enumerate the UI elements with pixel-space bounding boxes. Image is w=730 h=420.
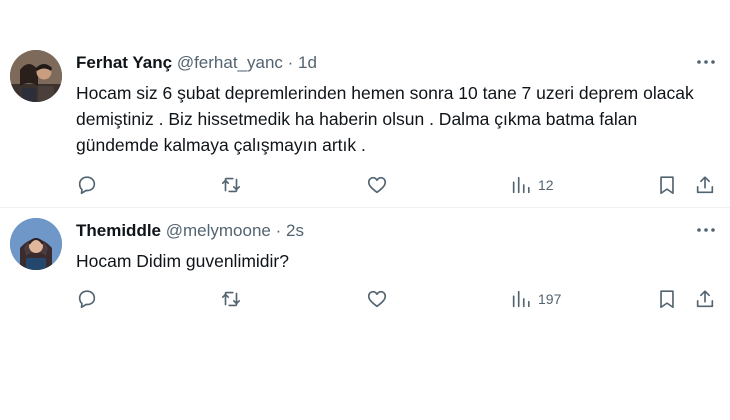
share-button[interactable] bbox=[694, 286, 716, 312]
bookmark-button[interactable] bbox=[656, 172, 678, 198]
tweet-header: Ferhat Yanç @ferhat_yanc · 1d bbox=[76, 52, 317, 74]
avatar[interactable] bbox=[10, 218, 62, 270]
display-name[interactable]: Ferhat Yanç bbox=[76, 53, 172, 72]
bookmark-icon bbox=[660, 176, 674, 195]
more-dots-icon[interactable] bbox=[694, 220, 718, 240]
bookmark-icon bbox=[660, 290, 674, 309]
views-count: 12 bbox=[538, 177, 554, 193]
profile-photo-couple-icon bbox=[10, 50, 62, 102]
heart-icon bbox=[367, 176, 387, 194]
user-handle[interactable]: @ferhat_yanc bbox=[177, 53, 283, 72]
reply-button[interactable] bbox=[76, 286, 98, 312]
views-chart-icon bbox=[512, 290, 530, 308]
action-bar: 12 bbox=[76, 172, 718, 198]
display-name[interactable]: Themiddle bbox=[76, 221, 161, 240]
reply-button[interactable] bbox=[76, 172, 98, 198]
views-count: 197 bbox=[538, 291, 562, 307]
tweet-header: Themiddle @melymoone · 2s bbox=[76, 220, 304, 242]
heart-icon bbox=[367, 290, 387, 308]
tweet[interactable]: Themiddle @melymoone · 2s Hocam Didim gu… bbox=[0, 208, 730, 326]
tweet-text: Hocam siz 6 şubat depremlerinden hemen s… bbox=[76, 83, 694, 155]
bookmark-button[interactable] bbox=[656, 286, 678, 312]
views-button[interactable]: 12 bbox=[510, 172, 554, 198]
share-button[interactable] bbox=[694, 172, 716, 198]
separator: · bbox=[287, 53, 294, 72]
like-button[interactable] bbox=[366, 172, 388, 198]
more-dots-icon-svg bbox=[697, 60, 715, 64]
tweet-text: Hocam Didim guvenlimidir? bbox=[76, 251, 289, 271]
retweet-button[interactable] bbox=[220, 286, 242, 312]
tweet-feed: Ferhat Yanç @ferhat_yanc · 1d Hocam siz … bbox=[0, 0, 730, 420]
like-button[interactable] bbox=[366, 286, 388, 312]
share-icon bbox=[696, 176, 714, 194]
profile-photo-woman-headscarf-icon bbox=[10, 218, 62, 270]
tweet[interactable]: Ferhat Yanç @ferhat_yanc · 1d Hocam siz … bbox=[0, 40, 730, 208]
more-dots-icon[interactable] bbox=[694, 52, 718, 72]
separator: · bbox=[275, 221, 282, 240]
user-handle[interactable]: @melymoone bbox=[166, 221, 271, 240]
more-dots-icon-svg bbox=[697, 228, 715, 232]
retweet-icon bbox=[221, 291, 241, 307]
reply-icon bbox=[78, 176, 96, 195]
retweet-button[interactable] bbox=[220, 172, 242, 198]
share-icon bbox=[696, 290, 714, 308]
views-chart-icon bbox=[512, 176, 530, 194]
timestamp[interactable]: 1d bbox=[298, 53, 317, 72]
reply-icon bbox=[78, 290, 96, 309]
timestamp[interactable]: 2s bbox=[286, 221, 304, 240]
avatar[interactable] bbox=[10, 50, 62, 102]
action-bar: 197 bbox=[76, 286, 718, 312]
retweet-icon bbox=[221, 177, 241, 193]
views-button[interactable]: 197 bbox=[510, 286, 561, 312]
